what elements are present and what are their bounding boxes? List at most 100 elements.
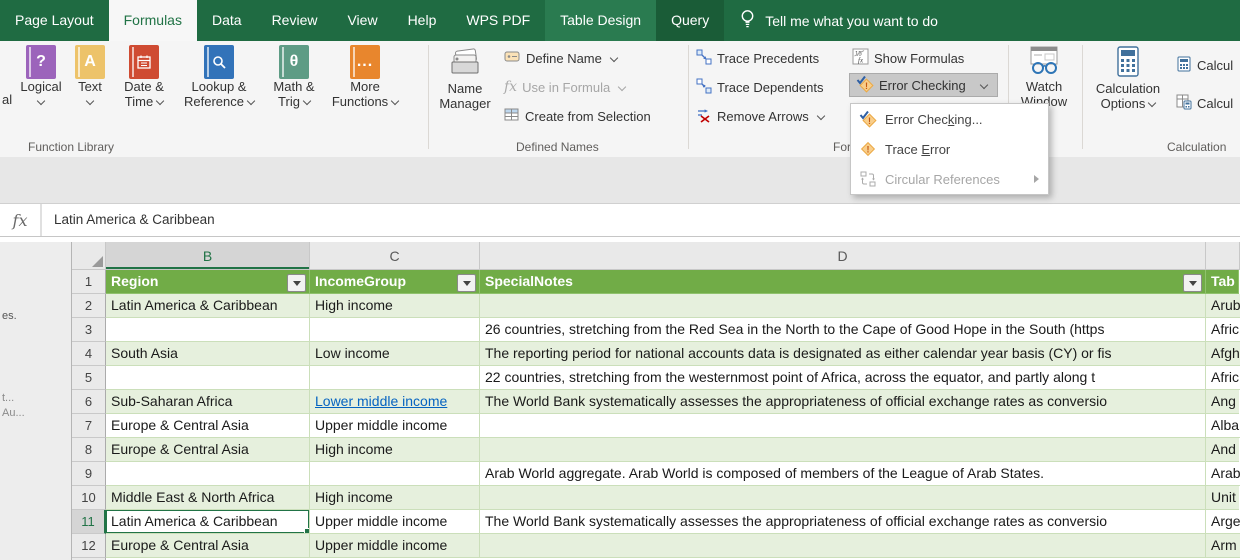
cell-C4[interactable]: Low income [310,342,480,366]
tell-me-box[interactable]: Tell me what you want to do [724,0,938,41]
cell-C5[interactable] [310,366,480,390]
cell-C8[interactable]: High income [310,438,480,462]
cell-D9[interactable]: Arab World aggregate. Arab World is comp… [480,462,1206,486]
tab-help[interactable]: Help [393,0,452,41]
error-checking-button[interactable]: ! Error Checking [849,73,998,97]
cell-D12[interactable] [480,534,1206,558]
row-header-8[interactable]: 8 [72,438,106,462]
cell-D2[interactable] [480,294,1206,318]
cell-E5-clipped[interactable]: Afric [1206,366,1240,390]
row-header-6[interactable]: 6 [72,390,106,414]
menu-item-trace-error[interactable]: ! Trace Error [851,134,1048,164]
cell-B11-active[interactable]: Latin America & Caribbean [106,510,310,534]
tab-wps-pdf[interactable]: WPS PDF [451,0,545,41]
text-button[interactable]: A Text [68,45,112,109]
cell-C6[interactable]: Lower middle income [310,390,480,414]
formula-input[interactable]: Latin America & Caribbean [42,204,1240,236]
row-header-10[interactable]: 10 [72,486,106,510]
remove-arrows-button[interactable]: Remove Arrows [696,104,825,128]
header-cell-tablename-clipped[interactable]: Tab [1206,270,1239,294]
math-trig-button[interactable]: θ Math & Trig [262,45,326,109]
cell-D6[interactable]: The World Bank systematically assesses t… [480,390,1206,414]
tab-table-design[interactable]: Table Design [545,0,657,41]
cell-C10[interactable]: High income [310,486,480,510]
row-header-3[interactable]: 3 [72,318,106,342]
row-header-11[interactable]: 11 [72,510,106,534]
column-header-E-clipped[interactable] [1206,242,1240,270]
column-header-B[interactable]: B [106,242,310,270]
cell-E7-clipped[interactable]: Alba [1206,414,1240,438]
trace-dependents-button[interactable]: Trace Dependents [696,75,823,99]
show-formulas-button[interactable]: 15 fx Show Formulas [852,46,964,70]
menu-item-circular-references[interactable]: Circular References [851,164,1048,194]
column-header-D[interactable]: D [480,242,1206,270]
column-header-C[interactable]: C [310,242,480,270]
cell-B7[interactable]: Europe & Central Asia [106,414,310,438]
cell-E3-clipped[interactable]: Afric [1206,318,1240,342]
header-cell-specialnotes[interactable]: SpecialNotes [480,270,1206,294]
row-header-7[interactable]: 7 [72,414,106,438]
row-header-1[interactable]: 1 [72,270,106,294]
cell-C2[interactable]: High income [310,294,480,318]
date-time-button[interactable]: Date & Time [112,45,176,109]
cell-B6[interactable]: Sub-Saharan Africa [106,390,310,414]
row-header-9[interactable]: 9 [72,462,106,486]
cell-D10[interactable] [480,486,1206,510]
row-header-4[interactable]: 4 [72,342,106,366]
cell-B5[interactable] [106,366,310,390]
tab-formulas[interactable]: Formulas [108,0,197,41]
cell-E2-clipped[interactable]: Arub [1206,294,1240,318]
cell-C7[interactable]: Upper middle income [310,414,480,438]
select-all-corner[interactable] [72,242,106,270]
header-cell-incomegroup[interactable]: IncomeGroup [310,270,480,294]
cell-E8-clipped[interactable]: And [1206,438,1239,462]
row-header-5[interactable]: 5 [72,366,106,390]
more-functions-button[interactable]: ... More Functions [326,45,404,109]
cell-B12[interactable]: Europe & Central Asia [106,534,310,558]
define-name-button[interactable]: Define Name [504,46,619,70]
cell-D11[interactable]: The World Bank systematically assesses t… [480,510,1206,534]
filter-button-specialnotes[interactable] [1183,274,1202,292]
cell-B8[interactable]: Europe & Central Asia [106,438,310,462]
trace-precedents-button[interactable]: Trace Precedents [696,46,819,70]
filter-button-incomegroup[interactable] [457,274,476,292]
cell-B10[interactable]: Middle East & North Africa [106,486,310,510]
cell-C9[interactable] [310,462,480,486]
cell-E12-clipped[interactable]: Arm [1206,534,1240,558]
cell-D5[interactable]: 22 countries, stretching from the wester… [480,366,1206,390]
cell-E6-clipped[interactable]: Ang [1206,390,1239,414]
cell-B3[interactable] [106,318,310,342]
create-from-selection-button[interactable]: Create from Selection [504,104,651,128]
watch-window-button[interactable]: Watch Window [1012,46,1076,109]
use-in-formula-button[interactable]: fx Use in Formula [504,75,627,99]
row-header-12[interactable]: 12 [72,534,106,558]
cell-C3[interactable] [310,318,480,342]
tab-review[interactable]: Review [257,0,333,41]
filter-button-region[interactable] [287,274,306,292]
cell-D8[interactable] [480,438,1206,462]
header-cell-region[interactable]: Region [106,270,310,294]
calculate-now-button[interactable]: Calcul [1176,53,1233,77]
cell-D7[interactable] [480,414,1206,438]
cell-C12[interactable]: Upper middle income [310,534,480,558]
name-manager-button[interactable]: Name Manager [434,46,496,111]
insert-function-button[interactable]: fx [0,204,42,236]
tab-query[interactable]: Query [656,0,725,41]
cell-B2[interactable]: Latin America & Caribbean [106,294,310,318]
cell-E10-clipped[interactable]: Unit [1206,486,1239,510]
cell-B9[interactable] [106,462,310,486]
cell-D3[interactable]: 26 countries, stretching from the Red Se… [480,318,1206,342]
cell-C11[interactable]: Upper middle income [310,510,480,534]
tab-view[interactable]: View [332,0,392,41]
lookup-reference-button[interactable]: Lookup & Reference [176,45,262,109]
cell-D4[interactable]: The reporting period for national accoun… [480,342,1206,366]
calculation-options-button[interactable]: Calculation Options [1088,46,1168,111]
tab-page-layout[interactable]: Page Layout [0,0,109,41]
tab-data[interactable]: Data [197,0,257,41]
cell-E9-clipped[interactable]: Arab [1206,462,1240,486]
hyperlink[interactable]: Lower middle income [315,393,447,409]
calculate-sheet-button[interactable]: Calcul [1176,91,1233,115]
menu-item-error-checking[interactable]: ! Error Checking... [851,104,1048,134]
cell-E11-clipped[interactable]: Arge [1206,510,1240,534]
cell-E4-clipped[interactable]: Afgh [1206,342,1240,366]
